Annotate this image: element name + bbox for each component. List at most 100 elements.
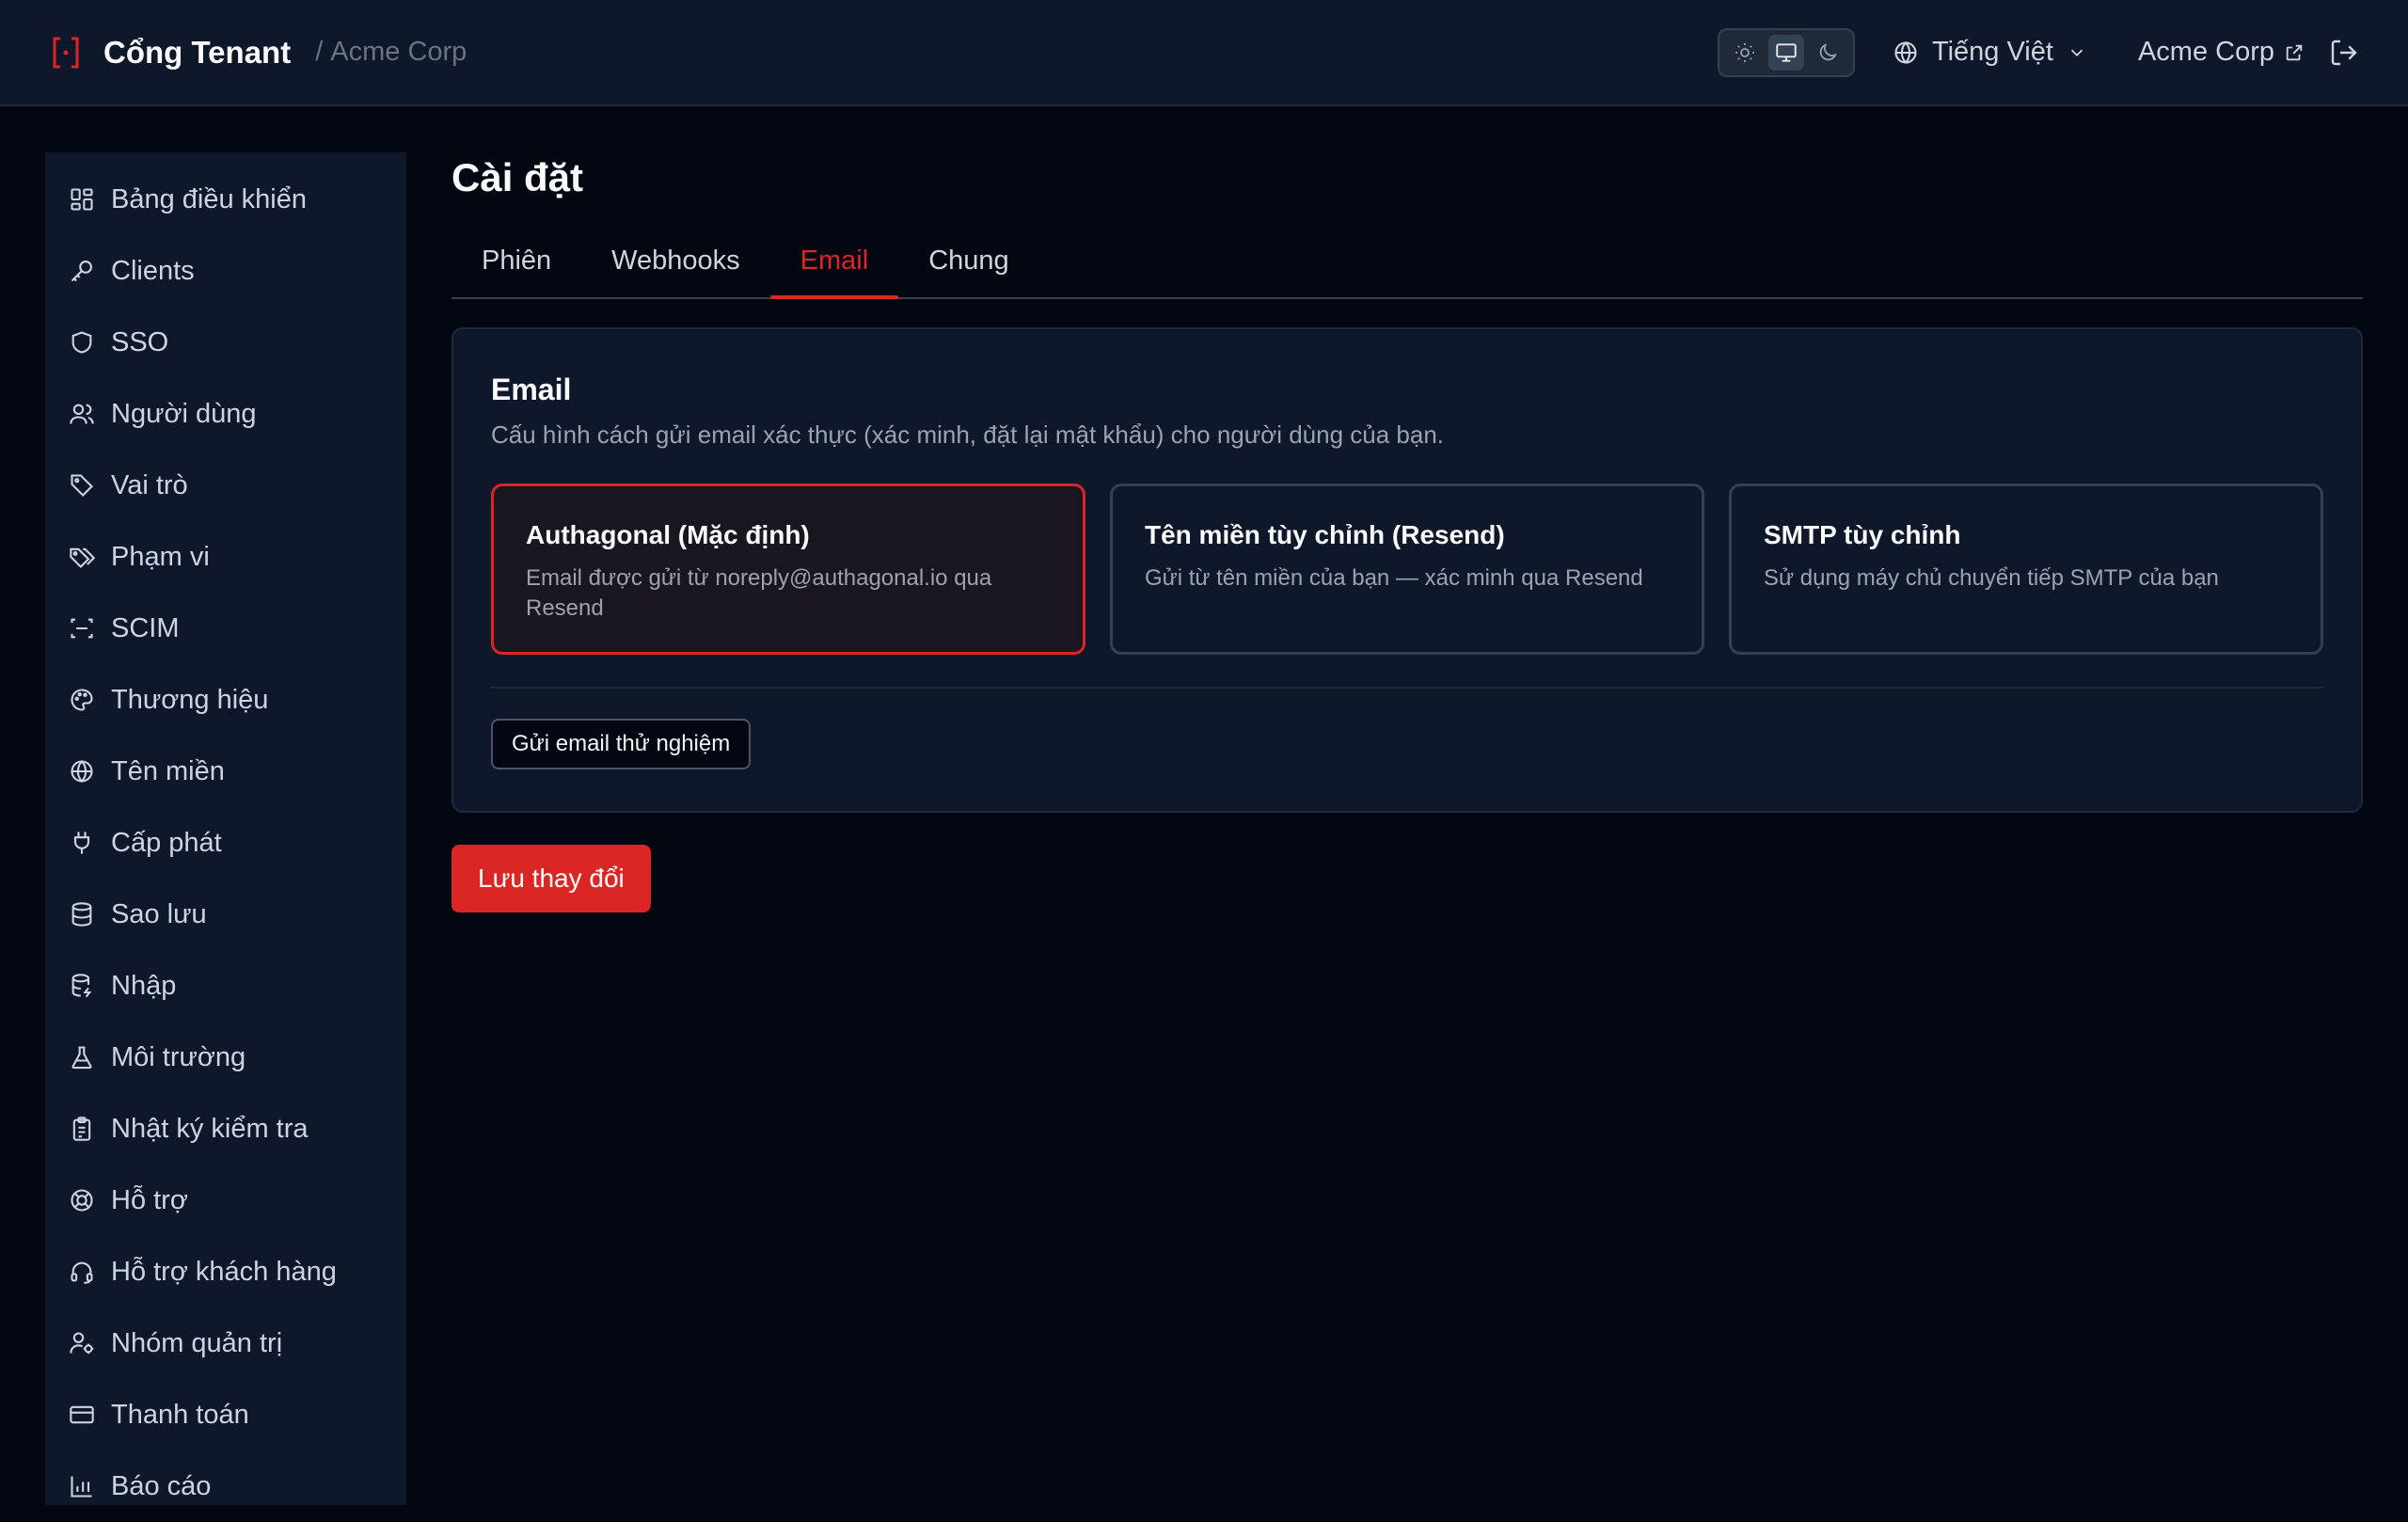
system-theme-button[interactable]	[1767, 34, 1804, 71]
sidebar-item-dashboard[interactable]: Bảng điều khiển	[45, 164, 406, 235]
tags-icon	[68, 543, 96, 571]
logout-icon	[2331, 40, 2357, 65]
tab-general[interactable]: Chung	[898, 241, 1038, 297]
globe-icon	[1893, 40, 1919, 66]
chevron-down-icon	[2067, 42, 2087, 63]
tenant-link-label: Acme Corp	[2137, 37, 2274, 67]
sidebar-item-sso[interactable]: SSO	[45, 307, 406, 378]
brand-logo-icon	[49, 35, 83, 71]
sidebar-item-label: SCIM	[111, 612, 180, 643]
key-icon	[68, 257, 96, 285]
page-title: Cài đặt	[452, 155, 584, 199]
option-description: Gửi từ tên miền của bạn — xác minh qua R…	[1145, 565, 1643, 591]
top-header: Cổng Tenant / Acme Corp Tiếng Việt Acme …	[0, 0, 2408, 106]
lifebuoy-icon	[68, 1186, 96, 1214]
clipboard-icon	[68, 1115, 96, 1143]
sidebar-item-label: Clients	[111, 255, 195, 286]
sidebar-item-label: SSO	[111, 326, 169, 357]
external-link-icon	[2284, 42, 2305, 63]
headset-icon	[68, 1258, 96, 1286]
dark-theme-button[interactable]	[1810, 35, 1846, 71]
option-authagonal-default[interactable]: Authagonal (Mặc định) Email được gửi từ …	[491, 484, 1085, 655]
send-test-email-button[interactable]: Gửi email thử nghiệm	[491, 719, 752, 769]
sidebar-item-label: Báo cáo	[111, 1470, 212, 1501]
sidebar-item-environments[interactable]: Môi trường	[45, 1022, 406, 1093]
sidebar-item-billing[interactable]: Thanh toán	[45, 1379, 406, 1451]
header-actions: Tiếng Việt Acme Corp	[1717, 27, 2359, 77]
sidebar-item-clients[interactable]: Clients	[45, 235, 406, 307]
sidebar-item-support[interactable]: Hỗ trợ	[45, 1165, 406, 1236]
scan-icon	[68, 614, 96, 642]
option-title: Authagonal (Mặc định)	[526, 520, 810, 549]
email-provider-options: Authagonal (Mặc định) Email được gửi từ …	[491, 484, 2323, 655]
sun-icon	[1735, 42, 1754, 62]
language-label: Tiếng Việt	[1931, 37, 2053, 67]
settings-tabs: Phiên Webhooks Email Chung	[452, 241, 2363, 299]
option-custom-smtp[interactable]: SMTP tùy chỉnh Sử dụng máy chủ chuyển ti…	[1729, 484, 2323, 655]
option-description: Sử dụng máy chủ chuyển tiếp SMTP của bạn	[1764, 565, 2219, 591]
sidebar-item-label: Thanh toán	[111, 1399, 249, 1430]
monitor-icon	[1776, 42, 1797, 62]
language-selector[interactable]: Tiếng Việt	[1893, 37, 2087, 68]
dashboard-icon	[68, 185, 96, 214]
sidebar-item-reports[interactable]: Báo cáo	[45, 1451, 406, 1522]
card-description: Cấu hình cách gửi email xác thực (xác mi…	[491, 420, 1445, 449]
database-icon	[68, 900, 96, 928]
sidebar-item-label: Nhập	[111, 970, 177, 1001]
sidebar-item-label: Môi trường	[111, 1041, 246, 1072]
sidebar-item-label: Bảng điều khiển	[111, 183, 307, 214]
sidebar-item-label: Sao lưu	[111, 898, 207, 929]
sidebar: Bảng điều khiển Clients SSO Người dùng V…	[45, 152, 406, 1505]
tab-email[interactable]: Email	[769, 241, 899, 299]
email-settings-card: Email Cấu hình cách gửi email xác thực (…	[452, 327, 2363, 813]
tab-webhooks[interactable]: Webhooks	[581, 241, 770, 297]
tenant-external-link[interactable]: Acme Corp	[2138, 37, 2305, 68]
sidebar-item-label: Hỗ trợ khách hàng	[111, 1256, 337, 1287]
light-theme-button[interactable]	[1727, 35, 1763, 71]
sidebar-item-audit-log[interactable]: Nhật ký kiểm tra	[45, 1093, 406, 1165]
logout-button[interactable]	[2329, 38, 2359, 68]
sidebar-item-roles[interactable]: Vai trò	[45, 450, 406, 521]
main-content: Cài đặt Phiên Webhooks Email Chung Email…	[452, 152, 2363, 912]
users-icon	[68, 400, 96, 428]
sidebar-item-customer-support[interactable]: Hỗ trợ khách hàng	[45, 1236, 406, 1308]
palette-icon	[68, 686, 96, 714]
sidebar-item-label: Người dùng	[111, 398, 257, 429]
sidebar-item-label: Cấp phát	[111, 827, 222, 858]
sidebar-item-import[interactable]: Nhập	[45, 950, 406, 1022]
shield-icon	[68, 328, 96, 357]
sidebar-item-scopes[interactable]: Phạm vi	[45, 521, 406, 593]
tag-icon	[68, 471, 96, 499]
option-description: Email được gửi từ noreply@authagonal.io …	[526, 565, 992, 621]
sidebar-item-branding[interactable]: Thương hiệu	[45, 664, 406, 736]
plug-icon	[68, 829, 96, 857]
sidebar-item-domains[interactable]: Tên miền	[45, 736, 406, 807]
tab-sessions[interactable]: Phiên	[452, 241, 581, 297]
sidebar-item-label: Phạm vi	[111, 541, 210, 572]
moon-icon	[1819, 42, 1837, 60]
globe-icon	[68, 757, 96, 785]
credit-card-icon	[68, 1401, 96, 1429]
theme-switcher	[1717, 27, 1855, 77]
sidebar-item-admin-group[interactable]: Nhóm quản trị	[45, 1308, 406, 1379]
sidebar-item-label: Nhật ký kiểm tra	[111, 1113, 309, 1144]
sidebar-item-users[interactable]: Người dùng	[45, 378, 406, 450]
save-changes-button[interactable]: Lưu thay đổi	[452, 845, 651, 912]
sidebar-item-label: Thương hiệu	[111, 684, 269, 715]
user-cog-icon	[68, 1329, 96, 1357]
option-title: Tên miền tùy chỉnh (Resend)	[1145, 520, 1505, 549]
sidebar-item-provisioning[interactable]: Cấp phát	[45, 807, 406, 879]
sidebar-item-backup[interactable]: Sao lưu	[45, 879, 406, 950]
sidebar-item-label: Hỗ trợ	[111, 1184, 188, 1215]
database-import-icon	[68, 972, 96, 1000]
sidebar-item-scim[interactable]: SCIM	[45, 593, 406, 664]
flask-icon	[68, 1043, 96, 1071]
divider	[491, 687, 2323, 689]
sidebar-item-label: Vai trò	[111, 469, 188, 500]
card-title: Email	[491, 373, 572, 406]
option-custom-domain-resend[interactable]: Tên miền tùy chỉnh (Resend) Gửi từ tên m…	[1110, 484, 1704, 655]
sidebar-item-label: Nhóm quản trị	[111, 1327, 283, 1358]
bar-chart-icon	[68, 1472, 96, 1500]
breadcrumb-tenant: Acme Corp	[330, 37, 467, 67]
sidebar-item-label: Tên miền	[111, 755, 225, 786]
